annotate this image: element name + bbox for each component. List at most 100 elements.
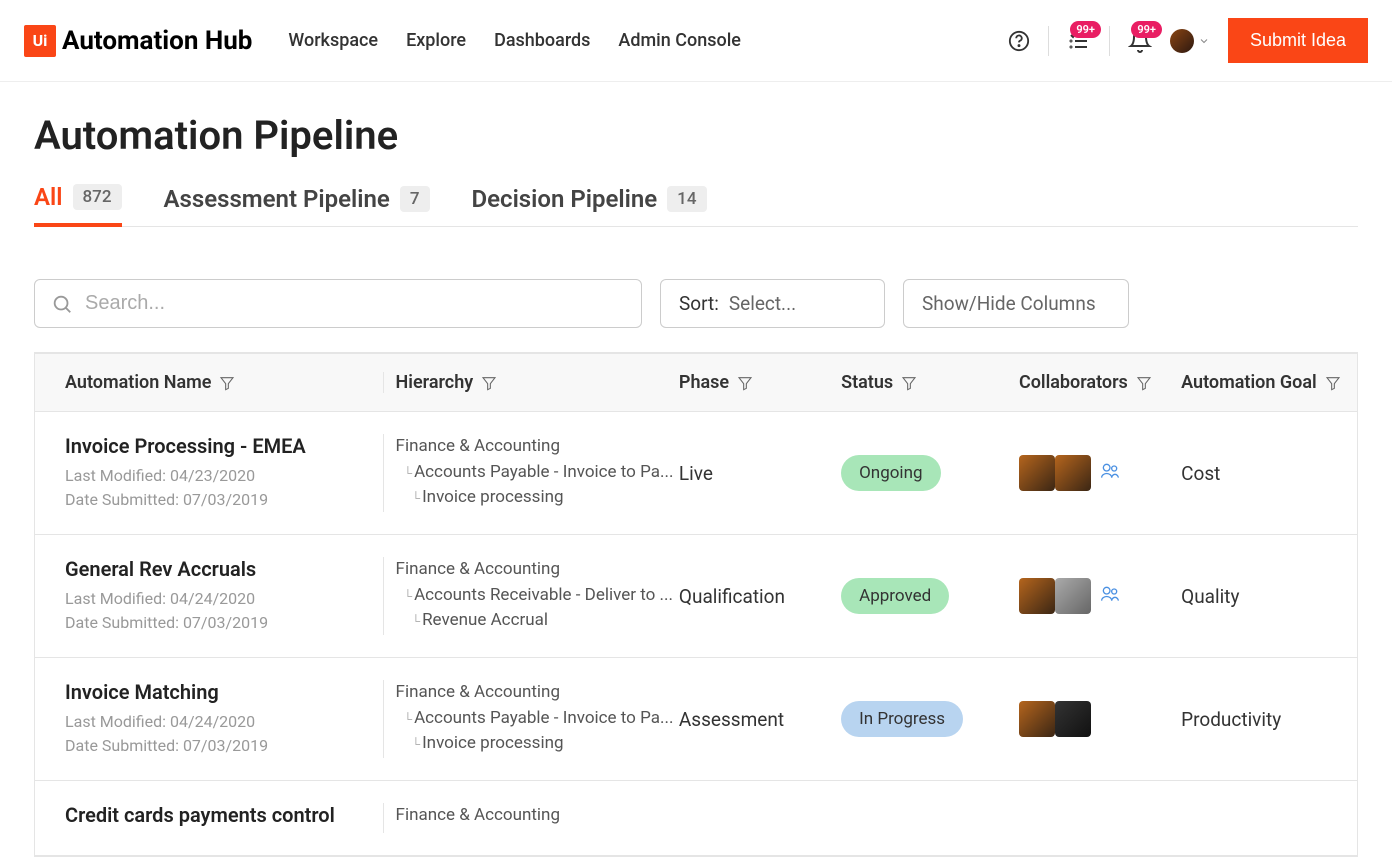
columns-toggle[interactable]: Show/Hide Columns (903, 279, 1129, 328)
cell-collaborators (1019, 680, 1181, 758)
filter-icon (219, 375, 235, 391)
search-icon (51, 293, 73, 315)
filter-icon (1136, 375, 1152, 391)
collaborator-avatar[interactable] (1055, 701, 1091, 737)
col-collaborators-header[interactable]: Collaborators (1019, 372, 1181, 393)
sort-value: Select... (729, 292, 796, 315)
hierarchy-l1: Finance & Accounting (396, 803, 679, 829)
tab-label: All (34, 183, 63, 211)
nav-admin-console[interactable]: Admin Console (618, 30, 741, 51)
submit-idea-button[interactable]: Submit Idea (1228, 18, 1368, 63)
divider (1048, 26, 1049, 56)
cell-automation-name: General Rev AccrualsLast Modified: 04/24… (35, 557, 384, 635)
collaborator-avatar[interactable] (1055, 455, 1091, 491)
nav-workspace[interactable]: Workspace (288, 30, 378, 51)
cell-hierarchy: Finance & Accounting└Accounts Payable - … (384, 680, 679, 758)
collaborators-more[interactable] (1097, 584, 1123, 608)
sort-dropdown[interactable]: Sort: Select... (660, 279, 885, 328)
nav-dashboards[interactable]: Dashboards (494, 30, 590, 51)
cell-automation-name: Invoice Processing - EMEA Last Modified: … (35, 434, 384, 512)
hierarchy-l3: └Invoice processing (396, 485, 679, 511)
cell-status: In Progress (841, 680, 1019, 758)
cell-goal: Cost (1181, 434, 1357, 512)
table-row[interactable]: General Rev AccrualsLast Modified: 04/24… (35, 535, 1357, 658)
sort-label: Sort: (679, 292, 719, 315)
last-modified: Last Modified: 04/23/2020 (65, 464, 383, 488)
col-phase-header[interactable]: Phase (679, 372, 841, 393)
cell-goal: Productivity (1181, 680, 1357, 758)
table-body: Invoice Processing - EMEA Last Modified: … (35, 412, 1357, 856)
pipeline-tabs: All 872 Assessment Pipeline7 Decision Pipel… (34, 183, 1358, 227)
collaborator-avatar[interactable] (1055, 578, 1091, 614)
table-row[interactable]: Invoice Matching Last Modified: 04/24/202… (35, 658, 1357, 781)
date-submitted: Date Submitted: 07/03/2019 (65, 734, 383, 758)
chevron-down-icon (1198, 35, 1210, 47)
help-button[interactable] (1008, 30, 1030, 52)
col-phase-label: Phase (679, 372, 729, 393)
collaborators-more[interactable] (1097, 461, 1123, 485)
cell-status: Ongoing (841, 434, 1019, 512)
filter-icon (1325, 375, 1341, 391)
cell-hierarchy: Finance & Accounting└Accounts Payable - … (384, 434, 679, 512)
col-hierarchy-header[interactable]: Hierarchy (384, 372, 679, 393)
col-goal-header[interactable]: Automation Goal (1181, 372, 1357, 393)
page-title: Automation Pipeline (34, 112, 1358, 159)
tab-decision-pipeline[interactable]: Decision Pipeline14 (472, 183, 707, 226)
avatar (1170, 29, 1194, 53)
tasks-button[interactable]: 99+ (1067, 29, 1091, 53)
notifications-badge: 99+ (1131, 21, 1162, 38)
filter-icon (737, 375, 753, 391)
tasks-badge: 99+ (1070, 21, 1101, 38)
cell-status: Approved (841, 557, 1019, 635)
table-row[interactable]: Invoice Processing - EMEA Last Modified: … (35, 412, 1357, 535)
col-name-header[interactable]: Automation Name (35, 372, 384, 393)
col-collaborators-label: Collaborators (1019, 372, 1128, 393)
status-badge: Ongoing (841, 455, 940, 491)
automation-table: Automation Name Hierarchy Phase Status C… (34, 352, 1358, 857)
search-input[interactable] (85, 292, 625, 315)
people-icon (1097, 584, 1123, 604)
people-icon (1097, 461, 1123, 481)
col-name-label: Automation Name (65, 372, 211, 393)
filter-icon (901, 375, 917, 391)
col-status-header[interactable]: Status (841, 372, 1019, 393)
automation-title[interactable]: Invoice Processing - EMEA (65, 434, 383, 458)
automation-title[interactable]: Invoice Matching (65, 680, 383, 704)
hierarchy-l2: └Accounts Payable - Invoice to Pa... (396, 706, 679, 732)
hierarchy-l2: └Accounts Receivable - Deliver to ... (396, 583, 679, 609)
collaborator-avatar[interactable] (1019, 578, 1055, 614)
col-hierarchy-label: Hierarchy (396, 372, 474, 393)
hierarchy-l3: └Revenue Accrual (396, 608, 679, 634)
tab-assessment-pipeline[interactable]: Assessment Pipeline7 (164, 183, 430, 226)
nav-explore[interactable]: Explore (406, 30, 466, 51)
tab-label: Assessment Pipeline (164, 185, 390, 213)
search-box[interactable] (34, 279, 642, 328)
user-menu[interactable] (1170, 29, 1210, 53)
tab-all[interactable]: All 872 (34, 183, 122, 227)
hierarchy-l2: └Accounts Payable - Invoice to Pa... (396, 460, 679, 486)
last-modified: Last Modified: 04/24/2020 (65, 710, 383, 734)
automation-title[interactable]: Credit cards payments control (65, 803, 383, 827)
cell-phase (679, 803, 841, 833)
notifications-button[interactable]: 99+ (1128, 29, 1152, 53)
cell-phase: Live (679, 434, 841, 512)
cell-goal: Quality (1181, 557, 1357, 635)
tab-count: 14 (667, 186, 706, 212)
logo[interactable]: Ui Automation Hub (24, 25, 252, 57)
tab-count: 872 (73, 184, 122, 210)
cell-status (841, 803, 1019, 833)
hierarchy-l1: Finance & Accounting (396, 557, 679, 583)
cell-phase: Qualification (679, 557, 841, 635)
cell-collaborators (1019, 434, 1181, 512)
table-controls: Sort: Select... Show/Hide Columns (34, 279, 1358, 328)
hierarchy-l1: Finance & Accounting (396, 680, 679, 706)
cell-automation-name: Credit cards payments control (35, 803, 384, 833)
header-actions: 99+ 99+ Submit Idea (1008, 18, 1368, 63)
automation-title[interactable]: General Rev Accruals (65, 557, 383, 581)
cell-hierarchy: Finance & Accounting (384, 803, 679, 833)
collaborator-avatar[interactable] (1019, 455, 1055, 491)
table-row[interactable]: Credit cards payments control Finance & A… (35, 781, 1357, 856)
cell-phase: Assessment (679, 680, 841, 758)
collaborator-avatar[interactable] (1019, 701, 1055, 737)
divider (1109, 26, 1110, 56)
